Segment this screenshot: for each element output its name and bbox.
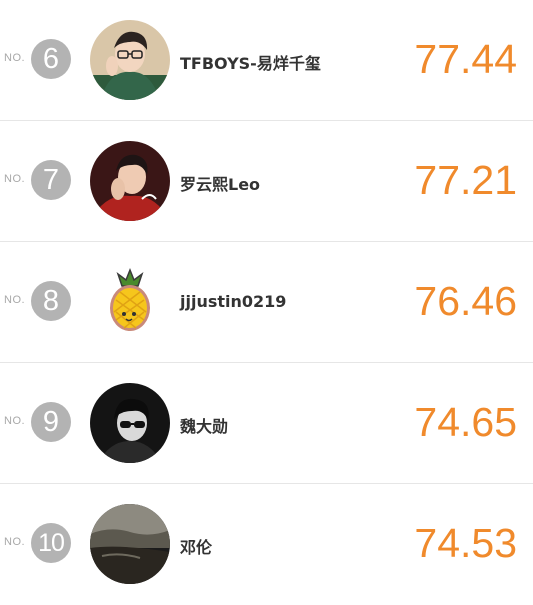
score-value: 76.46 [414,278,517,324]
rank-prefix-label: NO. [4,415,26,427]
photo-avatar-icon [90,20,170,100]
rank-number-badge: 8 [31,281,71,321]
user-avatar[interactable] [90,20,170,100]
user-name[interactable]: jjjustin0219 [180,292,286,311]
user-name[interactable]: TFBOYS-易烊千玺 [180,50,321,74]
score-value: 77.44 [414,36,517,82]
user-name[interactable]: 魏大勋 [180,413,228,437]
photo-avatar-icon [90,141,170,221]
pineapple-sticker-icon [90,262,170,342]
rank-prefix-label: NO. [4,52,26,64]
ranking-row[interactable]: NO. 7 罗云熙Leo 77.21 [0,121,533,242]
user-avatar[interactable] [90,504,170,584]
score-value: 74.65 [414,399,517,445]
ranking-list: NO. 6 TFBOYS-易烊千玺 77.44 NO. 7 罗云熙Leo 77.… [0,0,533,603]
rank-prefix-label: NO. [4,536,26,548]
score-value: 74.53 [414,520,517,566]
rank-prefix-label: NO. [4,294,26,306]
rank-number-badge: 7 [31,160,71,200]
rank-number-badge: 10 [31,523,71,563]
ranking-row[interactable]: NO. 10 邓伦 74.53 [0,484,533,605]
rank-prefix-label: NO. [4,173,26,185]
rank-number-badge: 9 [31,402,71,442]
user-avatar[interactable] [90,383,170,463]
ranking-row[interactable]: NO. 8 jjjustin0219 76.46 [0,242,533,363]
photo-avatar-icon [90,504,170,584]
user-avatar[interactable] [90,262,170,342]
user-name[interactable]: 邓伦 [180,534,212,558]
score-value: 77.21 [414,157,517,203]
ranking-row[interactable]: NO. 9 魏大勋 74.65 [0,363,533,484]
photo-avatar-icon [90,383,170,463]
ranking-row[interactable]: NO. 6 TFBOYS-易烊千玺 77.44 [0,0,533,121]
user-name[interactable]: 罗云熙Leo [180,171,260,195]
rank-number-badge: 6 [31,39,71,79]
user-avatar[interactable] [90,141,170,221]
